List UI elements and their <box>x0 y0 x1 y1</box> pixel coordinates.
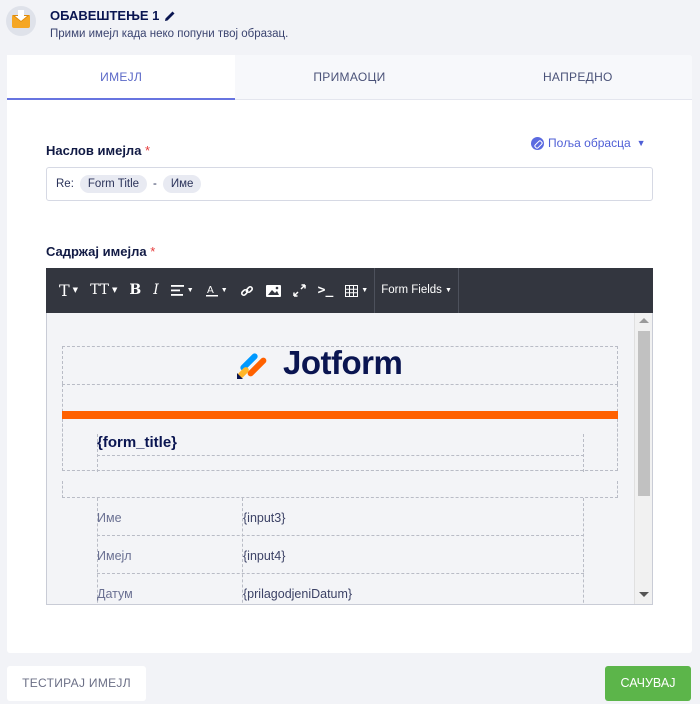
table-icon <box>345 284 359 297</box>
pencil-icon[interactable] <box>164 10 176 22</box>
row-value-name: {input3} <box>243 511 286 525</box>
row-label-name: Име <box>97 511 122 525</box>
row-divider <box>97 535 584 536</box>
spacer-row <box>62 481 618 498</box>
jotform-wordmark: Jotform <box>283 344 403 381</box>
notification-card: ИМЕЈЛ ПРИМАОЦИ НАПРЕДНО Наслов имејла * … <box>7 55 692 653</box>
font-size-button[interactable]: TT ▼ <box>84 268 123 313</box>
notification-title: ОБАВЕШТЕЊЕ 1 <box>50 8 176 23</box>
save-button[interactable]: САЧУВАЈ <box>605 666 691 701</box>
terminal-icon: >_ <box>317 283 334 298</box>
content-label-text: Садржај имејла <box>46 244 147 259</box>
link-icon <box>240 285 253 296</box>
row-value-email: {input4} <box>243 549 286 563</box>
subject-input[interactable]: Re: Form Title - Име <box>46 167 653 201</box>
email-preview: Jotform {form_title} Име {input3} Имејл … <box>47 313 634 604</box>
header: ОБАВЕШТЕЊЕ 1 Прими имејл када неко попун… <box>0 0 700 54</box>
bold-button[interactable]: B <box>123 268 147 313</box>
scroll-down-icon[interactable] <box>639 592 649 597</box>
italic-button[interactable]: I <box>147 268 165 313</box>
svg-text:A: A <box>207 285 214 296</box>
scrollbar-thumb[interactable] <box>638 331 650 496</box>
expand-icon <box>292 284 306 297</box>
text-color-icon: A <box>205 285 218 297</box>
required-marker: * <box>145 143 151 158</box>
notification-subtitle: Прими имејл када неко попуни твој образа… <box>50 28 289 40</box>
jotform-logo: Jotform <box>235 344 403 382</box>
editor-scrollbar[interactable] <box>634 313 652 604</box>
form-fields-label: Поља обрасца <box>548 136 631 150</box>
form-fields-dropdown[interactable]: Поља обрасца ▼ <box>531 136 646 150</box>
row-divider <box>97 573 584 574</box>
row-label-date: Датум <box>97 587 133 601</box>
notification-title-text: ОБАВЕШТЕЊЕ 1 <box>50 8 160 23</box>
insert-link-button[interactable] <box>234 268 260 313</box>
insert-image-button[interactable] <box>260 268 287 313</box>
row-label-email: Имејл <box>97 549 132 563</box>
italic-icon: I <box>153 282 159 298</box>
subject-label: Наслов имејла * <box>46 143 150 158</box>
font-icon: T <box>59 281 70 300</box>
test-email-button[interactable]: ТЕСТИРАЈ ИМЕЈЛ <box>7 666 146 701</box>
subject-tag-form-title[interactable]: Form Title <box>79 175 148 193</box>
tab-advanced[interactable]: НАПРЕДНО <box>464 55 692 99</box>
tab-bar: ИМЕЈЛ ПРИМАОЦИ НАПРЕДНО <box>7 55 692 100</box>
source-code-button[interactable]: >_ <box>312 268 340 313</box>
email-notification-icon <box>6 6 36 36</box>
orange-divider <box>62 411 618 419</box>
required-marker: * <box>150 244 156 259</box>
jotform-logo-icon <box>237 353 267 379</box>
text-color-button[interactable]: A ▼ <box>200 268 234 313</box>
align-left-icon <box>170 285 184 296</box>
bold-icon: B <box>129 282 142 298</box>
link-icon <box>531 136 544 150</box>
editor-toolbar: T ▼ TT ▼ B I ▼ A ▼ >_ ▼ Form Fields ▼ <box>46 268 653 313</box>
image-icon <box>265 284 281 297</box>
insert-table-button[interactable]: ▼ <box>339 268 374 313</box>
scroll-up-icon[interactable] <box>639 318 649 323</box>
email-content-editor[interactable]: Jotform {form_title} Име {input3} Имејл … <box>46 313 653 605</box>
chevron-down-icon: ▼ <box>636 138 646 148</box>
content-label: Садржај имејла * <box>46 244 155 259</box>
align-button[interactable]: ▼ <box>165 268 200 313</box>
font-family-button[interactable]: T ▼ <box>53 268 84 313</box>
subject-separator: - <box>153 178 157 190</box>
tab-recipients[interactable]: ПРИМАОЦИ <box>235 55 463 99</box>
subject-prefix: Re: <box>56 178 74 190</box>
subject-label-text: Наслов имејла <box>46 143 142 158</box>
tab-email[interactable]: ИМЕЈЛ <box>7 55 236 100</box>
font-size-icon: TT <box>90 282 109 298</box>
row-value-date: {prilagodjeniDatum} <box>243 587 353 601</box>
form-title-placeholder: {form_title} <box>97 434 178 451</box>
form-fields-menu-label: Form Fields <box>381 284 442 296</box>
subject-tag-name[interactable]: Име <box>162 175 202 193</box>
fullscreen-button[interactable] <box>287 268 312 313</box>
form-fields-menu[interactable]: Form Fields ▼ <box>374 268 459 313</box>
